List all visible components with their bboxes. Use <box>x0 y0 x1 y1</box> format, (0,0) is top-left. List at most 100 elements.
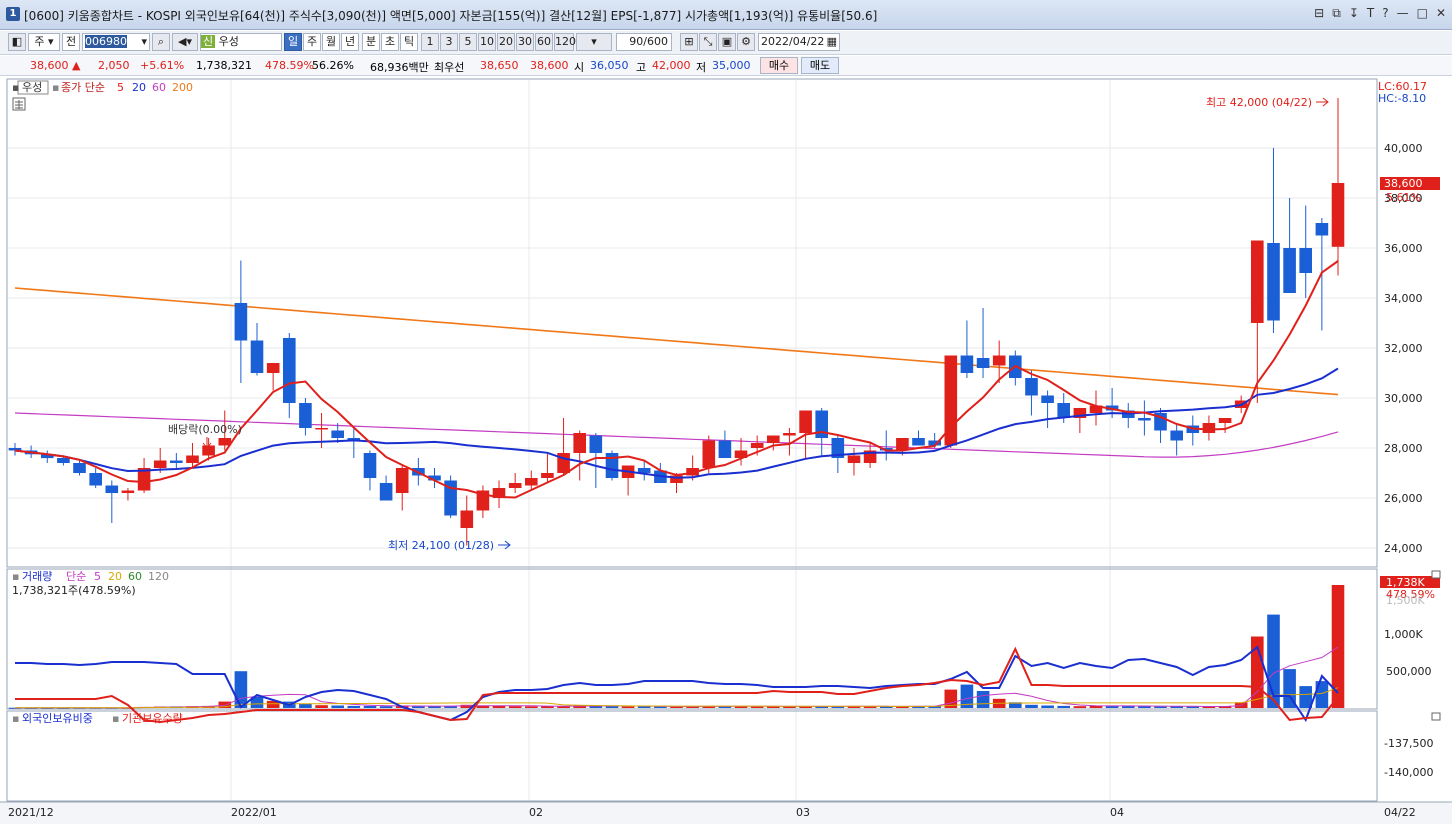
all-button[interactable]: 전 <box>62 33 80 51</box>
x-label-2021-12: 2021/12 <box>8 806 54 819</box>
settings-icon[interactable]: ⚙ <box>737 33 755 51</box>
volume-tick-1500k: 1,500K <box>1386 594 1425 607</box>
candle-body <box>960 355 974 373</box>
tab-tick[interactable]: 틱 <box>400 33 418 51</box>
candle-body <box>976 358 990 368</box>
vol-ma60-legend: 60 <box>128 570 142 583</box>
split-icon[interactable]: ⊟ <box>1314 6 1324 21</box>
candle-body <box>1315 223 1329 236</box>
help-icon[interactable]: ? <box>1382 6 1388 21</box>
buy-button[interactable]: 매수 <box>760 57 798 74</box>
tool-icon[interactable]: ⤡ <box>699 33 717 51</box>
candle-body <box>1025 378 1038 396</box>
candle-body <box>1299 248 1312 273</box>
change-percent: +5.61% <box>140 59 185 72</box>
stock-name: 우성 <box>218 35 239 48</box>
new-badge: 신 <box>201 35 216 48</box>
sound-icon[interactable]: ◀▾ <box>172 33 198 51</box>
minute-20[interactable]: 20 <box>497 33 515 51</box>
candle-body <box>1041 395 1054 403</box>
volume-bar <box>508 706 522 708</box>
minute-120[interactable]: 120 <box>554 33 576 51</box>
save-icon[interactable]: ▣ <box>718 33 736 51</box>
tab-week[interactable]: 주 <box>303 33 321 51</box>
font-icon[interactable]: T <box>1367 6 1374 21</box>
candle-body <box>767 435 780 443</box>
volume-bar <box>1089 706 1103 708</box>
best-ask: 38,650 <box>480 59 519 72</box>
minute-5[interactable]: 5 <box>459 33 477 51</box>
current-price-tag-text: 38,600 <box>1384 177 1423 190</box>
candle-body <box>170 460 183 463</box>
grid-icon[interactable]: ⊞ <box>680 33 698 51</box>
tab-second[interactable]: 초 <box>381 33 399 51</box>
calendar-icon[interactable]: ▦ <box>827 34 837 50</box>
pin-icon[interactable]: ↧ <box>1349 6 1359 21</box>
price-tick-label: 40,000 <box>1384 142 1423 155</box>
candle-body <box>153 460 167 468</box>
tab-year[interactable]: 년 <box>341 33 359 51</box>
candle-body <box>57 458 70 463</box>
candle-body <box>1170 430 1183 441</box>
minute-60[interactable]: 60 <box>535 33 553 51</box>
date-value: 2022/04/22 <box>761 35 825 48</box>
candle-body <box>379 483 393 501</box>
candle-body <box>73 463 86 473</box>
holding-marker2-icon: ▪ <box>112 712 119 725</box>
candle-body <box>702 440 716 468</box>
maximize-icon[interactable]: □ <box>1417 6 1428 21</box>
candle-body <box>105 485 119 493</box>
candle-body <box>395 468 409 493</box>
minute-1[interactable]: 1 <box>421 33 439 51</box>
volume-bar <box>492 706 506 708</box>
candle-body <box>573 433 586 453</box>
dividend-annotation: 배당락(0.00%) <box>168 423 242 436</box>
turnover-rate: 56.26% <box>312 59 354 72</box>
price-tick-label: 32,000 <box>1384 342 1423 355</box>
panel-marker-icon: ▪ <box>12 81 19 94</box>
minute-dropdown[interactable]: ▾ <box>576 33 612 51</box>
chart-area[interactable]: 40,00038,00036,00034,00032,00030,00028,0… <box>0 77 1452 824</box>
tab-minute[interactable]: 분 <box>362 33 380 51</box>
holding-tick-1: -137,500 <box>1384 737 1433 750</box>
minimize-icon[interactable]: — <box>1397 6 1409 21</box>
title-bar: 1 [0600] 키움종합차트 - KOSPI 외국인보유[64(천)] 주식수… <box>0 0 1452 30</box>
candle-body <box>234 303 248 341</box>
price-tick-label: 34,000 <box>1384 292 1423 305</box>
holding-panel-close-icon[interactable] <box>1431 712 1441 721</box>
minute-3[interactable]: 3 <box>440 33 458 51</box>
volume-value-text: 1,738,321주(478.59%) <box>12 584 136 597</box>
x-label-03: 03 <box>796 806 810 819</box>
minute-30[interactable]: 30 <box>516 33 534 51</box>
candle-body <box>460 510 474 528</box>
candle-body <box>525 478 538 486</box>
date-input[interactable]: 2022/04/22 ▦ <box>758 33 840 51</box>
candle-body <box>1218 418 1232 423</box>
volume-bar <box>1299 686 1312 708</box>
volume-panel-close-icon[interactable] <box>1431 570 1441 579</box>
sell-button[interactable]: 매도 <box>801 57 839 74</box>
candle-body <box>186 455 199 463</box>
restore-icon[interactable]: ⧉ <box>1332 6 1341 21</box>
period-select[interactable]: 주 ▾ <box>28 33 60 51</box>
candle-body <box>1267 243 1280 321</box>
low-label: 저 <box>696 61 707 74</box>
high-annotation: 최고 42,000 (04/22) <box>1206 96 1312 109</box>
close-icon[interactable]: ✕ <box>1436 6 1446 21</box>
count-input[interactable]: 90/600 <box>616 33 672 51</box>
volume-bar <box>621 706 635 708</box>
tab-month[interactable]: 월 <box>322 33 340 51</box>
volume-bar <box>379 706 393 708</box>
current-price: 38,600 <box>30 59 69 72</box>
candle-body <box>815 410 828 438</box>
x-label-04: 04 <box>1110 806 1124 819</box>
search-icon[interactable]: ⌕ <box>152 33 170 51</box>
stock-code-input[interactable]: 006980 ▾ <box>82 33 150 51</box>
minute-10[interactable]: 10 <box>478 33 496 51</box>
layout-icon[interactable]: ◧ <box>8 33 26 51</box>
vol-ma5-legend: 5 <box>94 570 101 583</box>
stock-name-field[interactable]: 신 우성 <box>200 33 282 51</box>
candle-body <box>912 438 925 446</box>
candle-body <box>202 445 215 456</box>
tab-day[interactable]: 일 <box>284 33 302 51</box>
